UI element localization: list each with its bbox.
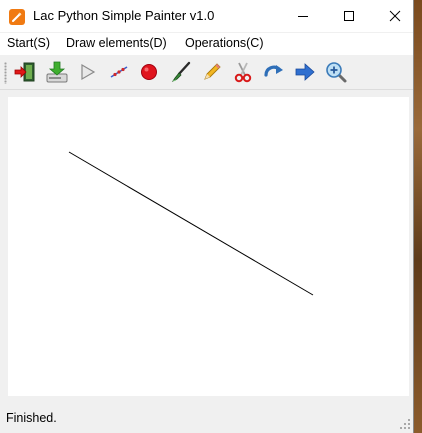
minimize-button[interactable] (280, 0, 326, 32)
save-download-icon (46, 61, 68, 83)
run-button[interactable] (76, 60, 100, 84)
cut-button[interactable] (231, 60, 255, 84)
draw-line-button[interactable] (107, 60, 131, 84)
brush-icon (171, 61, 191, 83)
redo-button[interactable] (262, 60, 286, 84)
scissors-icon (234, 62, 252, 83)
desktop-background (414, 0, 422, 433)
pencil-button[interactable] (200, 60, 224, 84)
toolbar-grip[interactable] (4, 62, 7, 84)
menu-start[interactable]: Start(S) (7, 36, 50, 50)
canvas-drawing (68, 151, 314, 296)
title-bar[interactable]: Lac Python Simple Painter v1.0 (0, 0, 413, 32)
menu-operations[interactable]: Operations(C) (185, 36, 264, 50)
forward-button[interactable] (293, 60, 317, 84)
exit-icon (14, 62, 35, 82)
painter-window: Lac Python Simple Painter v1.0 Start(S) … (0, 0, 414, 433)
close-icon (389, 10, 401, 22)
menu-draw-elements[interactable]: Draw elements(D) (66, 36, 167, 50)
maximize-icon (344, 11, 354, 21)
close-button[interactable] (372, 0, 418, 32)
status-text: Finished. (6, 411, 57, 425)
draw-circle-button[interactable] (137, 60, 161, 84)
save-button[interactable] (45, 60, 69, 84)
line-draw-icon (110, 66, 128, 78)
resize-grip-icon[interactable] (400, 419, 411, 430)
drawn-line (68, 151, 314, 296)
toolbar (0, 56, 413, 90)
red-circle-icon (141, 64, 157, 80)
drawing-canvas[interactable] (8, 97, 409, 396)
status-bar: Finished. (0, 405, 413, 433)
pencil-icon (204, 63, 221, 80)
zoom-in-icon (326, 62, 347, 83)
app-logo-icon (9, 9, 25, 25)
screen: Lac Python Simple Painter v1.0 Start(S) … (0, 0, 422, 433)
minimize-icon (298, 16, 308, 17)
play-arrow-icon (81, 63, 96, 81)
menu-bar: Start(S) Draw elements(D) Operations(C) (0, 33, 413, 55)
brush-button[interactable] (169, 60, 193, 84)
redo-arrow-icon (264, 65, 283, 77)
forward-arrow-icon (295, 63, 315, 81)
exit-button[interactable] (13, 60, 37, 84)
maximize-button[interactable] (326, 0, 372, 32)
zoom-in-button[interactable] (324, 60, 348, 84)
window-title: Lac Python Simple Painter v1.0 (33, 8, 215, 23)
